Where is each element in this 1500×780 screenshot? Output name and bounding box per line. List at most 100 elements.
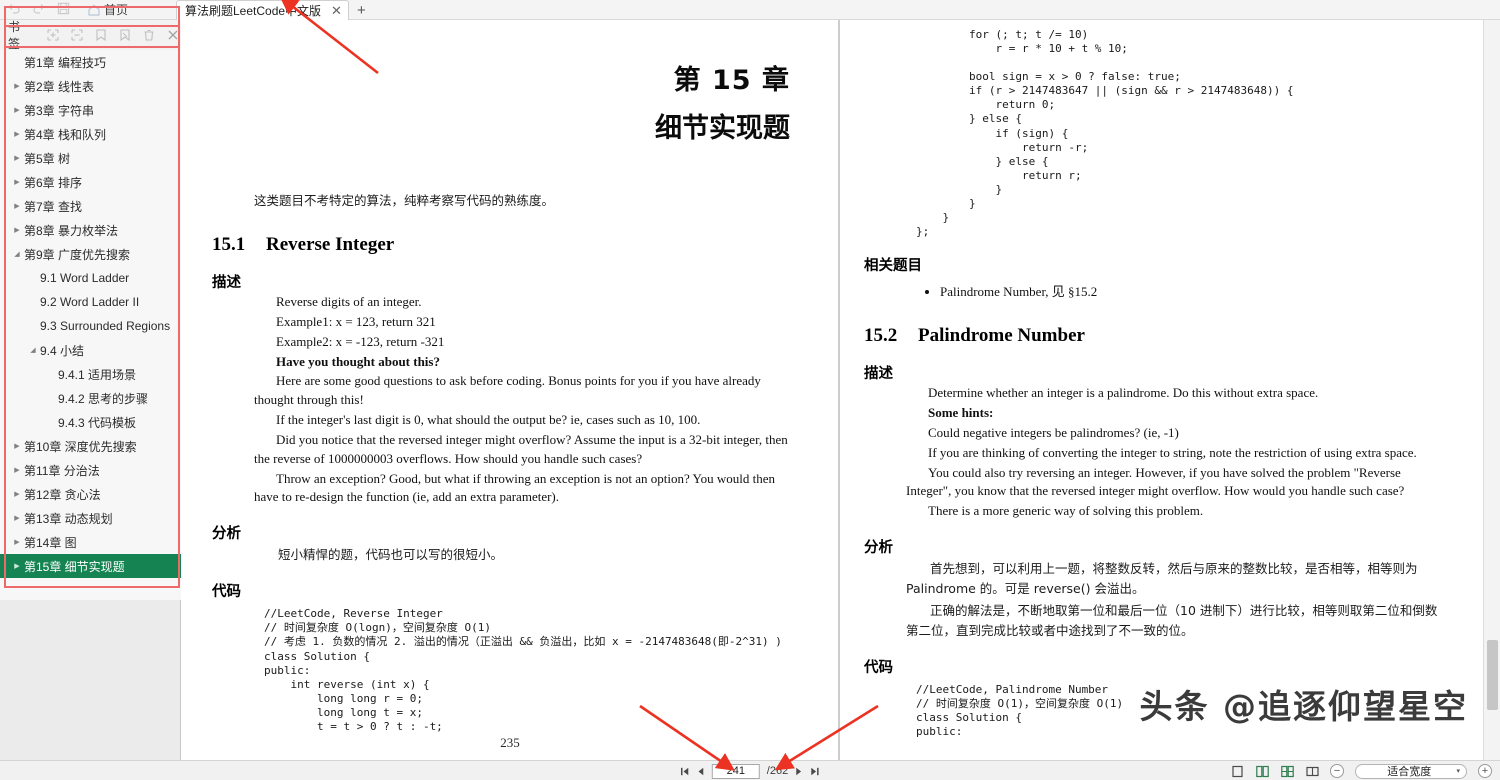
subheading-description: 描述 xyxy=(212,275,241,291)
chevron-right-icon[interactable]: ▶ xyxy=(10,515,24,522)
page-navigation: 241 /262 xyxy=(679,761,821,780)
sidebar-item[interactable]: 第1章 编程技巧 xyxy=(0,50,181,74)
description-paragraph: Could negative integers be palindromes? … xyxy=(928,424,1179,440)
chapter-heading: 第 15 章 细节实现题 xyxy=(182,58,838,145)
tab-document[interactable]: 算法刷题LeetCode中文版 ✕ xyxy=(176,0,349,20)
continuous-scroll-icon[interactable] xyxy=(1255,764,1269,778)
redo-icon[interactable] xyxy=(31,1,46,16)
sidebar-item[interactable]: ▶ 第11章 分治法 xyxy=(0,458,181,482)
scrollbar-thumb[interactable] xyxy=(1487,640,1498,710)
close-panel-icon[interactable] xyxy=(166,27,181,43)
sidebar-item-label: 9.4.3 代码模板 xyxy=(58,415,137,430)
description-paragraph: Did you notice that the reversed integer… xyxy=(254,431,788,466)
bookmark-sidebar: 书签 第1章 编程技巧 ▶ 第2章 线性表 ▶ 第3章 字符串 ▶ 第4章 栈和队列 ▶ 第5章… xyxy=(0,6,181,760)
sidebar-item-label: 第8章 暴力枚举法 xyxy=(24,223,119,238)
subheading-description: 描述 xyxy=(864,366,893,383)
two-page-icon[interactable] xyxy=(1280,764,1294,778)
sidebar-item[interactable]: 9.4.2 思考的步骤 xyxy=(0,386,181,410)
subheading-related: 相关题目 xyxy=(864,258,922,275)
bookmarks-label: 书签 xyxy=(8,20,21,51)
chevron-right-icon[interactable]: ▶ xyxy=(10,563,24,570)
prev-page-icon[interactable] xyxy=(697,767,705,776)
chevron-right-icon[interactable]: ▶ xyxy=(10,443,24,450)
code-block-continued: for (; t; t /= 10) r = r * 10 + t % 10; … xyxy=(916,28,1294,239)
sidebar-item[interactable]: ◢ 9.4 小结 xyxy=(0,338,181,362)
quick-access-toolbar xyxy=(6,1,71,16)
chevron-down-icon[interactable]: ◢ xyxy=(26,347,40,354)
zoom-out-button[interactable]: − xyxy=(1330,764,1344,778)
zoom-level-label: 适合宽度 xyxy=(1387,766,1432,778)
sidebar-item[interactable]: ▶ 第5章 树 xyxy=(0,146,181,170)
chevron-right-icon[interactable]: ▶ xyxy=(10,155,24,162)
related-problems-list: Palindrome Number, 见 §15.2 xyxy=(940,281,1438,300)
document-viewport[interactable]: 第 15 章 细节实现题 这类题目不考特定的算法，纯粹考察写代码的熟练度。 15… xyxy=(182,20,1482,760)
sidebar-item-label: 第3章 字符串 xyxy=(24,103,95,118)
chevron-right-icon[interactable]: ▶ xyxy=(10,131,24,138)
chevron-right-icon[interactable]: ▶ xyxy=(10,227,24,234)
chevron-right-icon[interactable]: ▶ xyxy=(10,179,24,186)
analysis-paragraph: 短小精悍的题，代码也可以写的很短小。 xyxy=(278,547,504,563)
vertical-scrollbar[interactable] xyxy=(1483,20,1500,760)
home-button[interactable]: 首页 xyxy=(86,1,128,18)
delete-bookmark-icon[interactable] xyxy=(142,27,157,43)
sidebar-item-selected[interactable]: ▶ 第15章 细节实现题 xyxy=(0,554,181,578)
chevron-right-icon[interactable]: ▶ xyxy=(10,539,24,546)
sidebar-item[interactable]: ▶ 第7章 查找 xyxy=(0,194,181,218)
two-page-scroll-icon[interactable] xyxy=(1305,764,1319,778)
sidebar-item[interactable]: ▶ 第2章 线性表 xyxy=(0,74,181,98)
sidebar-item[interactable]: ▶ 第4章 栈和队列 xyxy=(0,122,181,146)
sidebar-item[interactable]: 9.4.3 代码模板 xyxy=(0,410,181,434)
zoom-level-select[interactable]: 适合宽度 ▾ xyxy=(1355,763,1467,779)
single-page-icon[interactable] xyxy=(1230,764,1244,778)
undo-icon[interactable] xyxy=(6,1,21,16)
sidebar-item[interactable]: ▶ 第10章 深度优先搜索 xyxy=(0,434,181,458)
sidebar-item[interactable]: 9.4.1 适用场景 xyxy=(0,362,181,386)
sidebar-item[interactable]: ▶ 第6章 排序 xyxy=(0,170,181,194)
chevron-right-icon[interactable]: ▶ xyxy=(10,491,24,498)
last-page-icon[interactable] xyxy=(810,767,821,776)
pdf-reader-window: 首页 算法刷题LeetCode中文版 ✕ + 书签 第1章 编程技巧 ▶ 第2章… xyxy=(0,0,1500,780)
sidebar-item[interactable]: ◢ 第9章 广度优先搜索 xyxy=(0,242,181,266)
chevron-right-icon[interactable]: ▶ xyxy=(10,83,24,90)
edit-bookmark-icon[interactable] xyxy=(118,27,133,43)
bookmark-tree[interactable]: 第1章 编程技巧 ▶ 第2章 线性表 ▶ 第3章 字符串 ▶ 第4章 栈和队列 ▶ 第5章 树 ▶… xyxy=(0,50,181,600)
save-icon[interactable] xyxy=(56,1,71,16)
sidebar-item-label: 第11章 分治法 xyxy=(24,463,100,478)
sidebar-item[interactable]: 9.1 Word Ladder xyxy=(0,266,181,290)
expand-all-icon[interactable] xyxy=(46,27,61,43)
sidebar-item[interactable]: ▶ 第12章 贪心法 xyxy=(0,482,181,506)
sidebar-item-label: 第12章 贪心法 xyxy=(24,487,101,502)
bookmark-toolbar: 书签 xyxy=(0,20,181,51)
add-bookmark-icon[interactable] xyxy=(94,27,109,43)
sidebar-item-label: 第14章 图 xyxy=(24,535,77,550)
chapter-title: 细节实现题 xyxy=(655,113,790,144)
sidebar-item-label: 9.4.2 思考的步骤 xyxy=(58,391,149,406)
chevron-down-icon: ▾ xyxy=(1456,768,1460,775)
subheading-code: 代码 xyxy=(864,660,893,677)
sidebar-item[interactable]: ▶ 第13章 动态规划 xyxy=(0,506,181,530)
chevron-right-icon[interactable]: ▶ xyxy=(10,467,24,474)
home-label: 首页 xyxy=(104,3,129,17)
sidebar-item-label: 9.2 Word Ladder II xyxy=(40,295,140,309)
sidebar-item-label: 第10章 深度优先搜索 xyxy=(24,439,137,454)
sidebar-item[interactable]: 9.2 Word Ladder II xyxy=(0,290,181,314)
next-page-icon[interactable] xyxy=(795,767,803,776)
sidebar-item[interactable]: ▶ 第8章 暴力枚举法 xyxy=(0,218,181,242)
new-tab-button[interactable]: + xyxy=(357,3,366,20)
sidebar-item[interactable]: ▶ 第14章 图 xyxy=(0,530,181,554)
sidebar-item-label: 第4章 栈和队列 xyxy=(24,127,107,142)
code-block: //LeetCode, Reverse Integer // 时间复杂度 O(l… xyxy=(264,607,782,733)
close-icon[interactable]: ✕ xyxy=(331,4,342,17)
collapse-all-icon[interactable] xyxy=(70,27,85,43)
chevron-right-icon[interactable]: ▶ xyxy=(10,203,24,210)
analysis-paragraph: 正确的解法是，不断地取第一位和最后一位（10 进制下）进行比较，相等则取第二位和… xyxy=(906,603,1438,639)
zoom-in-button[interactable]: + xyxy=(1478,764,1492,778)
sidebar-item[interactable]: 9.3 Surrounded Regions xyxy=(0,314,181,338)
chapter-number: 第 15 章 xyxy=(673,65,790,96)
title-bar: 首页 算法刷题LeetCode中文版 ✕ + xyxy=(0,0,1500,20)
chevron-down-icon[interactable]: ◢ xyxy=(10,251,24,258)
chevron-right-icon[interactable]: ▶ xyxy=(10,107,24,114)
sidebar-item[interactable]: ▶ 第3章 字符串 xyxy=(0,98,181,122)
first-page-icon[interactable] xyxy=(679,767,690,776)
page-number-input[interactable]: 241 xyxy=(711,763,760,779)
